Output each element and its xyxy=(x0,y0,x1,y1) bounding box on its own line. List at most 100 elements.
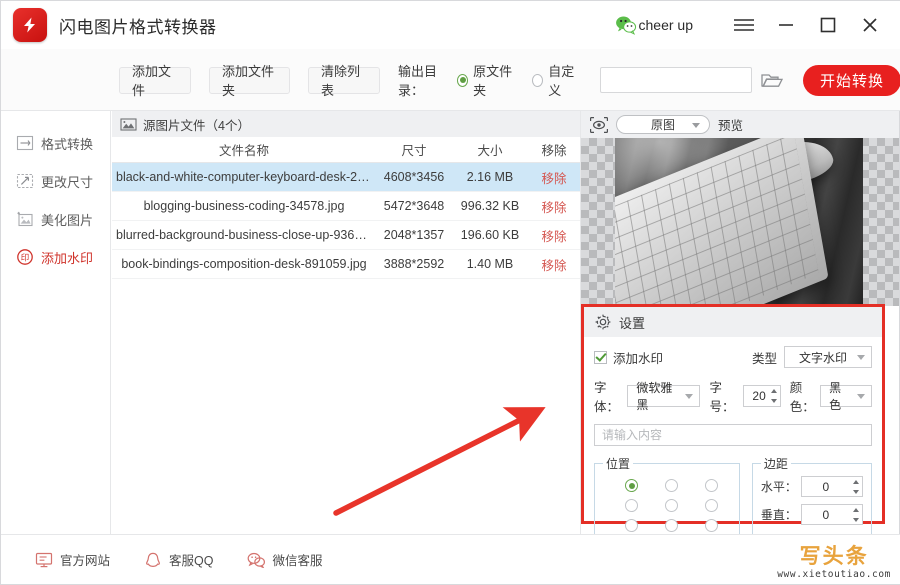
table-row[interactable]: blurred-background-business-close-up-936… xyxy=(112,221,580,250)
preview-header: 原图 预览 xyxy=(581,111,899,138)
monitor-icon xyxy=(35,552,53,568)
hamburger-menu-icon[interactable] xyxy=(727,8,761,42)
bottom-item-label: 微信客服 xyxy=(272,554,323,568)
official-website-link[interactable]: 官方网站 xyxy=(35,550,110,569)
add-watermark-checkbox[interactable] xyxy=(594,350,607,364)
wechat-icon xyxy=(615,15,637,35)
file-bytes-cell: 196.60 KB xyxy=(460,228,520,242)
maximize-icon[interactable] xyxy=(811,8,845,42)
table-row[interactable]: black-and-white-computer-keyboard-desk-2… xyxy=(112,163,580,192)
column-header-bytes: 大小 xyxy=(477,144,503,158)
watermark-brand: 写头条 xyxy=(799,544,869,568)
remove-button[interactable]: 移除 xyxy=(528,226,580,245)
output-dir-label: 输出目录： xyxy=(398,64,438,98)
radio-output-custom[interactable]: 自定义 xyxy=(532,61,580,99)
folder-open-icon[interactable] xyxy=(760,70,785,90)
settings-header: 设置 xyxy=(584,307,882,337)
watermark-text-input[interactable]: 请输入内容 xyxy=(594,424,872,446)
file-bytes-cell: 1.40 MB xyxy=(466,257,514,271)
qq-support-link[interactable]: 客服QQ xyxy=(144,550,213,569)
font-label: 字体： xyxy=(594,381,620,414)
table-row[interactable]: blogging-business-coding-34578.jpg 5472*… xyxy=(112,192,580,221)
margin-horizontal-value: 0 xyxy=(822,479,830,494)
font-select[interactable]: 微软雅黑 xyxy=(627,381,700,412)
format-convert-icon xyxy=(15,133,35,153)
table-row[interactable]: book-bindings-composition-desk-891059.jp… xyxy=(112,250,580,279)
margin-legend: 边距 xyxy=(763,457,788,471)
position-radio-top-left[interactable] xyxy=(625,479,638,492)
stepper-arrows-icon[interactable] xyxy=(770,389,777,403)
sidebar-item-resize[interactable]: 更改尺寸 xyxy=(1,163,110,199)
sidebar-item-format-convert[interactable]: 格式转换 xyxy=(1,125,110,161)
radio-source-label: 原文件夹 xyxy=(473,64,513,98)
red-arrow-annotation xyxy=(333,407,546,516)
position-legend: 位置 xyxy=(606,457,631,471)
watermark-type-select[interactable]: 文字水印 xyxy=(784,346,872,368)
color-label: 颜色： xyxy=(789,381,815,414)
preview-mode-select[interactable]: 原图 xyxy=(616,115,710,134)
margin-vertical-label: 垂直： xyxy=(760,508,797,522)
beautify-image-icon xyxy=(15,209,35,229)
column-header-name: 文件名称 xyxy=(218,144,269,158)
preview-eye-icon xyxy=(589,116,609,134)
clear-list-button[interactable]: 清除列表 xyxy=(308,64,380,98)
wechat-icon xyxy=(247,552,266,569)
stepper-arrows-icon[interactable] xyxy=(852,479,859,494)
margin-horizontal-stepper[interactable]: 0 xyxy=(800,476,863,497)
close-icon[interactable] xyxy=(853,8,887,42)
position-radio-bottom-center[interactable] xyxy=(664,519,678,532)
chevron-down-icon xyxy=(692,122,700,128)
preview-label: 预览 xyxy=(718,119,744,133)
remove-button[interactable]: 移除 xyxy=(528,255,580,274)
fontsize-value: 20 xyxy=(752,389,766,403)
file-bytes-cell: 2.16 MB xyxy=(466,170,514,184)
position-radio-middle-center[interactable] xyxy=(664,499,678,512)
margin-horizontal-row: 水平： 0 xyxy=(761,476,863,497)
minimize-icon[interactable] xyxy=(769,8,803,42)
account-indicator[interactable]: cheer up xyxy=(615,15,693,35)
remove-button[interactable]: 移除 xyxy=(528,168,580,187)
file-list-column-header: 文件名称 尺寸 大小 移除 xyxy=(112,137,580,163)
position-radio-middle-right[interactable] xyxy=(704,499,718,512)
color-select[interactable]: 黑色 xyxy=(820,381,872,412)
file-size-cell: 3888*2592 xyxy=(383,257,445,271)
watermark-type-label: 类型 xyxy=(751,351,777,366)
file-name-cell: black-and-white-computer-keyboard-desk-2… xyxy=(116,170,376,184)
position-radio-middle-left[interactable] xyxy=(625,499,638,512)
file-list-title: 源图片文件（4个） xyxy=(143,118,250,133)
start-convert-button[interactable]: 开始转换 xyxy=(802,64,900,96)
position-radio-bottom-right[interactable] xyxy=(704,519,718,532)
position-radio-top-right[interactable] xyxy=(704,479,718,492)
file-size-cell: 2048*1357 xyxy=(383,228,445,242)
site-watermark: 写头条 www.xietoutiao.com xyxy=(777,540,891,580)
watermark-url: www.xietoutiao.com xyxy=(777,569,891,580)
fontsize-stepper[interactable]: 20 xyxy=(742,385,781,407)
add-folder-button[interactable]: 添加文件夹 xyxy=(209,64,290,98)
preview-canvas xyxy=(581,138,899,306)
sidebar-item-watermark[interactable]: 印 添加水印 xyxy=(1,239,110,275)
watermark-type-value: 文字水印 xyxy=(798,350,847,365)
margin-vertical-stepper[interactable]: 0 xyxy=(800,504,863,525)
add-watermark-label: 添加水印 xyxy=(613,351,664,366)
file-size-cell: 4608*3456 xyxy=(383,170,445,184)
radio-output-source[interactable]: 原文件夹 xyxy=(457,61,516,99)
stepper-arrows-icon[interactable] xyxy=(852,507,859,522)
margin-horizontal-label: 水平： xyxy=(760,480,797,494)
font-settings-row: 字体： 微软雅黑 字号： 20 颜色： 黑色 xyxy=(594,377,872,415)
file-name-cell: blogging-business-coding-34578.jpg xyxy=(143,199,345,213)
sidebar: 格式转换 更改尺寸 美化图片 印 添加水印 xyxy=(1,111,111,534)
column-header-size: 尺寸 xyxy=(401,144,427,158)
sidebar-item-beautify[interactable]: 美化图片 xyxy=(1,201,110,237)
fontsize-label: 字号： xyxy=(709,381,735,414)
position-radio-top-center[interactable] xyxy=(664,479,678,492)
output-path-input[interactable] xyxy=(600,67,752,93)
toolbar: 添加文件 添加文件夹 清除列表 输出目录： 原文件夹 自定义 开始转换 xyxy=(1,49,900,111)
sidebar-item-label: 添加水印 xyxy=(41,250,94,266)
margin-vertical-value: 0 xyxy=(822,507,830,522)
wechat-support-link[interactable]: 微信客服 xyxy=(247,550,322,569)
qq-penguin-icon xyxy=(144,552,162,568)
margin-group: 边距 水平： 0 垂直： 0 xyxy=(751,455,872,540)
position-radio-bottom-left[interactable] xyxy=(625,519,638,532)
add-file-button[interactable]: 添加文件 xyxy=(119,64,191,98)
remove-button[interactable]: 移除 xyxy=(528,197,580,216)
